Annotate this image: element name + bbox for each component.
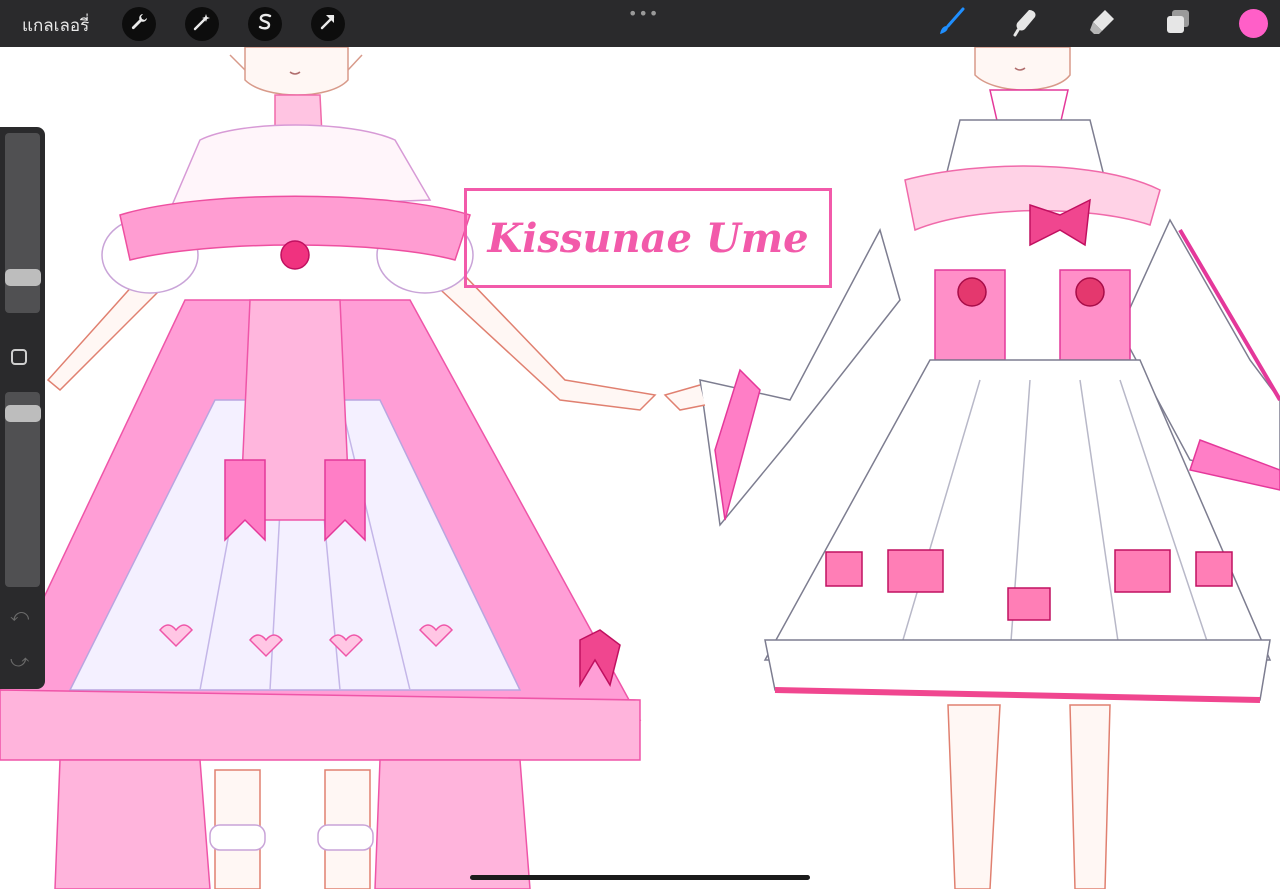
gallery-button[interactable]: แกลเลอรี่ [22,12,89,39]
home-indicator[interactable] [470,875,810,880]
selection-s-icon [255,12,275,36]
arrow-cursor-icon [318,12,338,36]
eraser-icon [1087,7,1117,41]
adjustments-button[interactable] [185,7,219,41]
drawing-canvas[interactable]: Kissunae Ume [0,46,1280,890]
left-sidebar: ⤺ ⤻ [0,127,45,689]
smudge-icon [1011,7,1041,41]
selection-button[interactable] [248,7,282,41]
right-character [663,46,1280,890]
actions-button[interactable] [122,7,156,41]
magic-wand-icon [192,12,212,36]
modify-square-icon[interactable] [11,349,27,365]
more-menu-button[interactable]: ••• [628,4,659,23]
undo-icon[interactable]: ⤺ [10,605,29,626]
layers-icon [1163,7,1193,41]
brush-tool-button[interactable] [935,7,967,41]
layers-button[interactable] [1162,8,1194,40]
wrench-icon [129,12,149,36]
top-toolbar: แกลเลอรี่ ••• [0,0,1280,47]
brush-size-slider[interactable] [5,133,40,313]
brush-icon [936,7,966,41]
brush-size-thumb[interactable] [5,269,41,286]
opacity-thumb[interactable] [5,405,41,422]
signature-text: Kissunae Ume [487,214,809,262]
redo-icon[interactable]: ⤻ [10,651,29,672]
color-picker-button[interactable] [1239,9,1268,38]
eraser-tool-button[interactable] [1086,8,1118,40]
signature-label-box: Kissunae Ume [464,188,832,288]
character-artwork [0,46,1280,890]
transform-button[interactable] [311,7,345,41]
smudge-tool-button[interactable] [1010,8,1042,40]
left-character [0,46,657,890]
